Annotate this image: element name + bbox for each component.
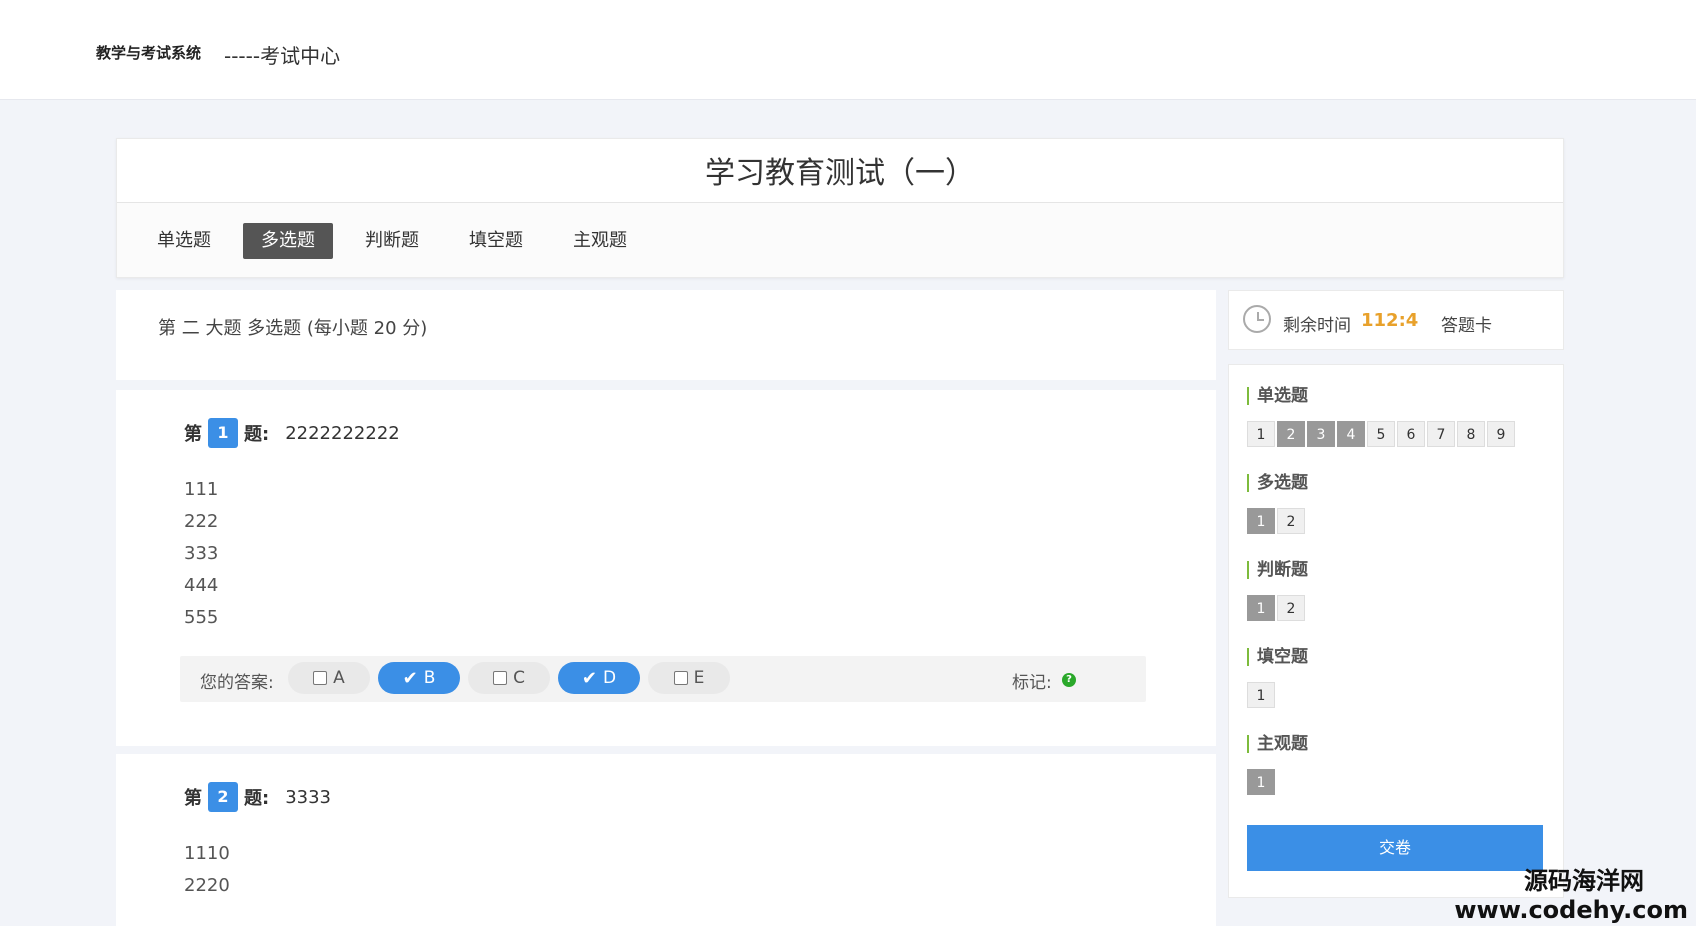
question-cell[interactable]: 6	[1397, 421, 1425, 447]
tab-multiple-choice[interactable]: 多选题	[243, 223, 333, 259]
question-title: 第 1 题: 2222222222	[184, 418, 400, 448]
section-heading-text: 第 二 大题 多选题 (每小题 20 分)	[158, 318, 428, 339]
question-cell[interactable]: 1	[1247, 682, 1275, 708]
question-suffix: 题:	[244, 424, 270, 445]
group-title: 判断题	[1247, 561, 1308, 579]
choice-letter: E	[693, 668, 705, 688]
timer-box: 剩余时间 112:4 答题卡	[1228, 290, 1564, 350]
group-title: 填空题	[1247, 648, 1308, 666]
answer-card-label: 答题卡	[1441, 316, 1492, 336]
question-suffix: 题:	[244, 788, 270, 809]
answer-group-subjective: 主观题 1	[1247, 735, 1308, 795]
choice-a-checkbox[interactable]: A	[288, 662, 370, 694]
question-prefix: 第	[184, 788, 202, 809]
timer-label: 剩余时间	[1283, 316, 1351, 336]
question-cell[interactable]: 5	[1367, 421, 1395, 447]
question-cell[interactable]: 2	[1277, 421, 1305, 447]
question-grid: 1 2 3 4 5 6 7 8 9	[1247, 421, 1515, 447]
checkmark-icon: ✔	[402, 667, 418, 689]
answer-card: 单选题 1 2 3 4 5 6 7 8 9 多选题 1 2 判断题 1 2 填空…	[1228, 364, 1564, 898]
answer-group-multiple: 多选题 1 2	[1247, 474, 1308, 534]
page-subtitle: -----考试中心	[224, 44, 341, 68]
choice-b-checkbox[interactable]: ✔ B	[378, 662, 460, 694]
watermark-line1: 源码海洋网	[1524, 867, 1644, 895]
question-type-tabs: 单选题 多选题 判断题 填空题 主观题	[139, 223, 659, 259]
question-card: 第 1 题: 2222222222 111 222 333 444 555 您的…	[116, 390, 1216, 746]
question-grid: 1 2	[1247, 595, 1308, 621]
question-cell[interactable]: 2	[1277, 595, 1305, 621]
question-cell[interactable]: 7	[1427, 421, 1455, 447]
choice-letter: B	[423, 668, 436, 688]
choice-e-checkbox[interactable]: E	[648, 662, 730, 694]
answer-bar: 您的答案: A ✔ B C ✔ D E 标记: ?	[180, 656, 1146, 702]
exam-header: 学习教育测试（一） 单选题 多选题 判断题 填空题 主观题	[116, 138, 1564, 278]
choice-letter: D	[603, 668, 617, 688]
choice-d-checkbox[interactable]: ✔ D	[558, 662, 640, 694]
group-title: 主观题	[1247, 735, 1308, 753]
question-text: 2222222222	[285, 422, 400, 444]
group-title: 多选题	[1247, 474, 1308, 492]
question-cell[interactable]: 3	[1307, 421, 1335, 447]
watermark-line2: www.codehy.com	[1454, 896, 1688, 924]
tab-true-false[interactable]: 判断题	[347, 223, 437, 259]
option-text: 444	[184, 575, 219, 596]
question-cell[interactable]: 4	[1337, 421, 1365, 447]
exam-title: 学习教育测试（一）	[117, 139, 1563, 203]
question-cell[interactable]: 1	[1247, 769, 1275, 795]
question-card: 第 2 题: 3333 1110 2220	[116, 754, 1216, 926]
tab-fill-blank[interactable]: 填空题	[451, 223, 541, 259]
question-prefix: 第	[184, 424, 202, 445]
option-text: 333	[184, 543, 219, 564]
question-number-badge: 1	[208, 418, 238, 448]
question-options: 1110 2220	[184, 838, 230, 902]
tab-subjective[interactable]: 主观题	[555, 223, 645, 259]
choice-letter: C	[513, 668, 525, 688]
option-text: 2220	[184, 875, 230, 896]
section-heading: 第 二 大题 多选题 (每小题 20 分)	[116, 290, 1216, 380]
group-title: 单选题	[1247, 387, 1515, 405]
checkbox-empty-icon	[493, 671, 508, 685]
choice-c-checkbox[interactable]: C	[468, 662, 550, 694]
checkmark-icon: ✔	[581, 667, 597, 689]
question-text: 3333	[285, 786, 332, 808]
question-cell[interactable]: 1	[1247, 595, 1275, 621]
option-text: 111	[184, 479, 219, 500]
mark-label: 标记:	[1012, 673, 1052, 693]
checkbox-empty-icon	[673, 671, 688, 685]
question-grid: 1	[1247, 682, 1308, 708]
question-cell[interactable]: 8	[1457, 421, 1485, 447]
option-text: 222	[184, 511, 219, 532]
question-title: 第 2 题: 3333	[184, 782, 331, 812]
watermark: 源码海洋网 www.codehy.com	[1454, 861, 1688, 924]
clock-icon	[1243, 305, 1271, 333]
question-options: 111 222 333 444 555	[184, 474, 218, 634]
answer-label: 您的答案:	[200, 673, 274, 693]
question-number-badge: 2	[208, 782, 238, 812]
question-cell[interactable]: 9	[1487, 421, 1515, 447]
question-cell[interactable]: 2	[1277, 508, 1305, 534]
option-text: 555	[184, 607, 219, 628]
question-grid: 1	[1247, 769, 1308, 795]
answer-group-single: 单选题 1 2 3 4 5 6 7 8 9	[1247, 387, 1515, 447]
question-cell[interactable]: 1	[1247, 508, 1275, 534]
answer-group-fillblank: 填空题 1	[1247, 648, 1308, 708]
question-cell[interactable]: 1	[1247, 421, 1275, 447]
tab-single-choice[interactable]: 单选题	[139, 223, 229, 259]
answer-group-truefalse: 判断题 1 2	[1247, 561, 1308, 621]
question-mark-icon[interactable]: ?	[1062, 673, 1076, 687]
choice-letter: A	[333, 668, 345, 688]
question-grid: 1 2	[1247, 508, 1308, 534]
brand-logo-text: 教学与考试系统	[96, 44, 202, 62]
top-bar: 教学与考试系统 -----考试中心	[0, 0, 1696, 100]
checkbox-empty-icon	[313, 671, 328, 685]
option-text: 1110	[184, 843, 230, 864]
timer-value: 112:4	[1361, 310, 1419, 331]
